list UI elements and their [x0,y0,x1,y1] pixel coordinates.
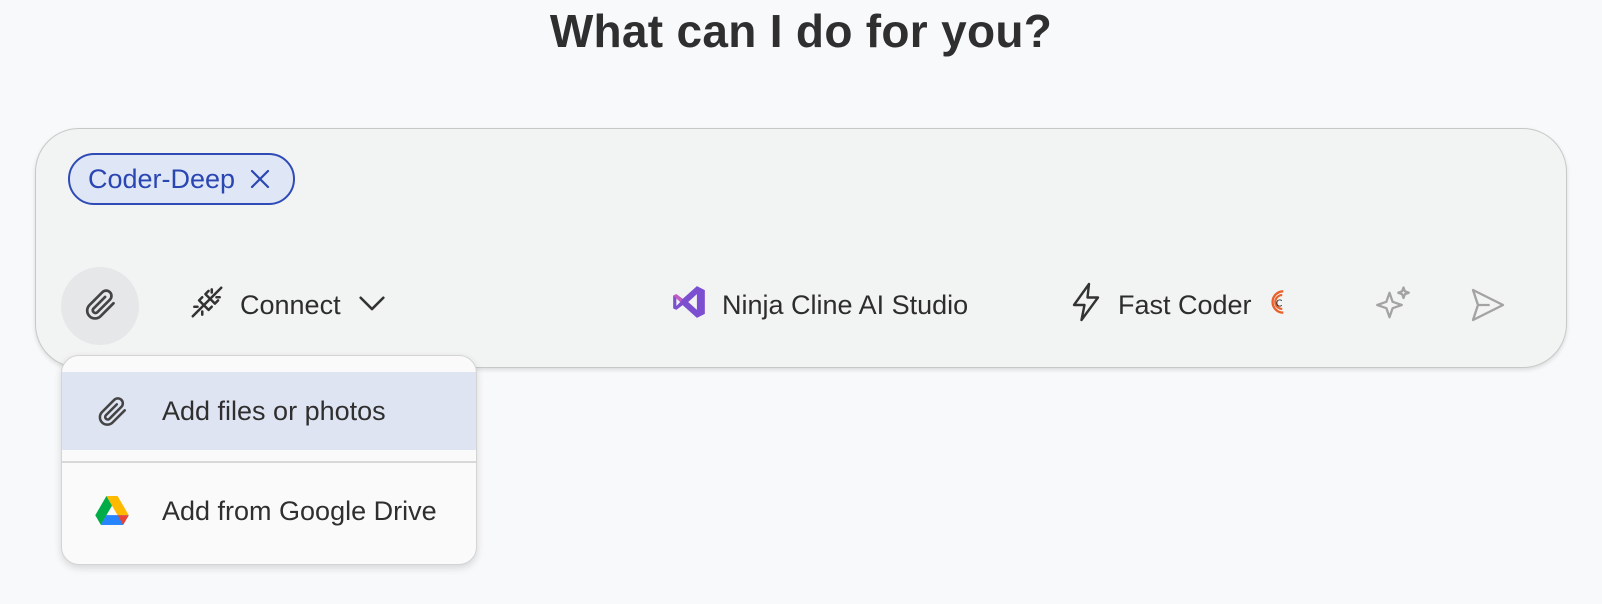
send-button[interactable] [1468,285,1508,330]
prompt-composer[interactable]: Coder-Deep Connect Ninja Cline AI Studio… [35,128,1567,368]
page-title: What can I do for you? [549,5,1053,57]
sparkle-icon[interactable] [1372,284,1414,331]
attach-menu: Add files or photos Add from Google Driv… [61,355,477,565]
ninja-label: Ninja Cline AI Studio [722,289,969,320]
fast-coder-label: Fast Coder [1118,289,1252,320]
svg-text:C: C [1275,298,1282,309]
google-drive-icon [62,496,162,526]
menu-divider [62,461,476,463]
paperclip-icon [82,286,118,327]
fast-coder-button[interactable]: Fast Coder C [1068,279,1292,331]
send-icon [1468,288,1508,329]
menu-item-google-drive[interactable]: Add from Google Drive [62,472,476,550]
plug-disconnected-icon [188,283,226,328]
connect-dropdown[interactable]: Connect [188,279,389,331]
menu-item-label: Add from Google Drive [162,495,437,526]
menu-item-label: Add files or photos [162,395,386,426]
model-badge-icon: C [1266,287,1292,324]
ninja-cline-studio-button[interactable]: Ninja Cline AI Studio [670,279,968,331]
attach-button[interactable] [61,267,139,345]
lightning-icon [1068,282,1104,329]
menu-item-add-files[interactable]: Add files or photos [62,372,476,450]
visual-studio-logo [670,283,708,328]
paperclip-icon [62,394,162,428]
chip-label: Coder-Deep [88,163,236,194]
chevron-down-icon [355,285,389,326]
selected-agent-chip[interactable]: Coder-Deep [68,153,296,205]
connect-label: Connect [240,289,341,320]
close-icon[interactable] [249,168,271,190]
